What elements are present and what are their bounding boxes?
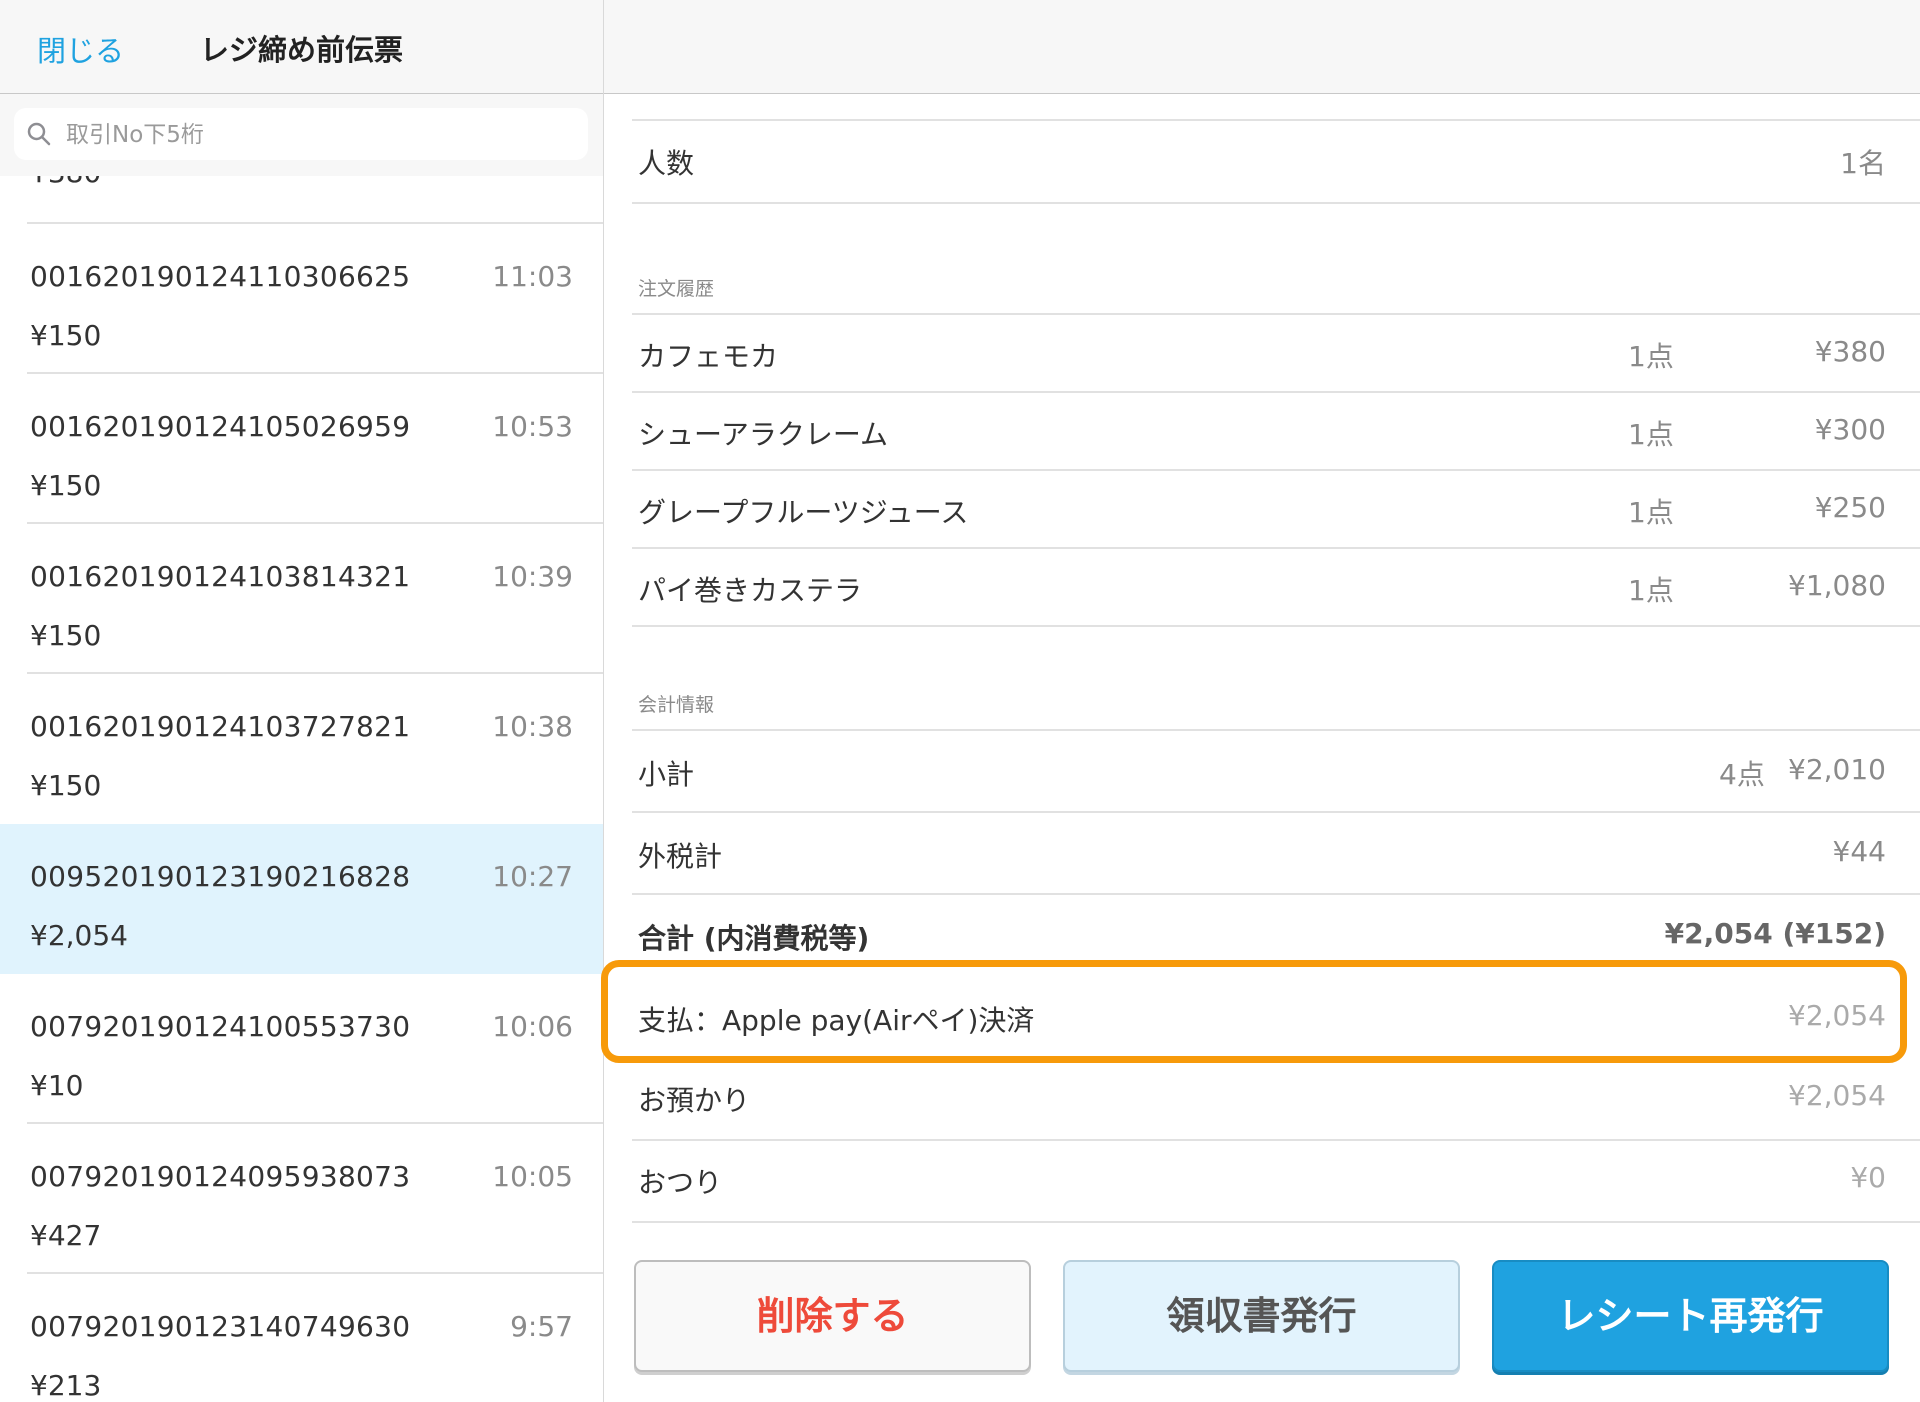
detail-header <box>604 0 1920 94</box>
order-row: パイ巻きカステラ 1点 ¥1,080 <box>632 549 1920 627</box>
total-value: ¥2,054 (¥152) <box>1664 917 1886 950</box>
payment-value: ¥2,054 <box>1788 999 1886 1032</box>
search-icon <box>27 122 51 146</box>
search-input[interactable] <box>64 116 578 154</box>
transaction-id: 009520190123190216828 <box>30 860 411 893</box>
transaction-amount: ¥2,054 <box>30 919 128 952</box>
order-row: シューアラクレーム 1点 ¥300 <box>632 393 1920 471</box>
order-price: ¥1,080 <box>1788 569 1886 602</box>
list-item-selected[interactable]: 009520190123190216828 10:27 ¥2,054 <box>0 824 603 974</box>
transaction-amount: ¥380 <box>30 176 101 189</box>
list-item[interactable]: 001620190124103814321 10:39 ¥150 <box>0 524 603 674</box>
order-row: カフェモカ 1点 ¥380 <box>632 315 1920 393</box>
transaction-id: 001620190124103727821 <box>30 710 411 743</box>
list-header: 閉じる レジ締め前伝票 <box>0 0 603 94</box>
order-qty: 1点 <box>1628 496 1674 529</box>
transaction-detail-pane: 人数 1名 注文履歴 カフェモカ 1点 ¥380 シューアラクレーム 1点 ¥3… <box>604 94 1920 1402</box>
payment-label: 支払：Apple pay(Airペイ)決済 <box>638 1004 1035 1037</box>
change-row: おつり ¥0 <box>632 1141 1920 1223</box>
subtotal-row: 小計 4点 ¥2,010 <box>632 731 1920 813</box>
order-qty: 1点 <box>1628 418 1674 451</box>
order-name: シューアラクレーム <box>638 418 889 451</box>
order-name: カフェモカ <box>638 340 779 373</box>
order-name: グレープフルーツジュース <box>638 496 969 529</box>
transaction-time: 10:27 <box>492 860 573 893</box>
search-box[interactable] <box>14 108 588 160</box>
order-price: ¥380 <box>1814 335 1886 368</box>
external-tax-row: 外税計 ¥44 <box>632 813 1920 895</box>
transaction-amount: ¥150 <box>30 769 102 802</box>
transaction-time: 10:53 <box>492 410 573 443</box>
transaction-time: 9:57 <box>510 1310 573 1343</box>
list-item[interactable]: 001620190124105026959 10:53 ¥150 <box>0 374 603 524</box>
transaction-time: 10:38 <box>492 710 573 743</box>
subtotal-label: 小計 <box>638 758 695 791</box>
order-price: ¥300 <box>1814 413 1886 446</box>
reissue-receipt-button[interactable]: レシート再発行 <box>1492 1260 1889 1372</box>
detail-row-clipped <box>632 94 1920 121</box>
people-label: 人数 <box>638 147 695 180</box>
order-name: パイ巻きカステラ <box>638 574 863 607</box>
transaction-amount: ¥10 <box>30 1069 84 1102</box>
subtotal-qty: 4点 <box>1719 758 1765 791</box>
list-item[interactable]: ¥380 <box>0 176 603 224</box>
transaction-id: 001620190124105026959 <box>30 410 411 443</box>
delete-button[interactable]: 削除する <box>634 1260 1031 1372</box>
external-tax-value: ¥44 <box>1832 835 1886 868</box>
close-button[interactable]: 閉じる <box>37 28 124 70</box>
transaction-amount: ¥427 <box>30 1219 102 1252</box>
deposit-value: ¥2,054 <box>1788 1079 1886 1112</box>
order-qty: 1点 <box>1628 340 1674 373</box>
transaction-time: 11:03 <box>492 260 573 293</box>
change-value: ¥0 <box>1850 1161 1886 1194</box>
list-item[interactable]: 001620190124103727821 10:38 ¥150 <box>0 674 603 824</box>
change-label: おつり <box>638 1166 723 1199</box>
transaction-time: 10:39 <box>492 560 573 593</box>
accounting-heading: 会計情報 <box>638 694 715 716</box>
order-qty: 1点 <box>1628 574 1674 607</box>
list-item[interactable]: 0016201901241103066​25 11:03 ¥150 <box>0 224 603 374</box>
deposit-row: お預かり ¥2,054 <box>632 1059 1920 1141</box>
order-history-heading: 注文履歴 <box>638 278 715 300</box>
list-item[interactable]: 007920190123140749630 9:57 ¥213 <box>0 1274 603 1402</box>
transaction-time: 10:06 <box>492 1010 573 1043</box>
transaction-amount: ¥150 <box>30 319 102 352</box>
total-label: 合計 (内消費税等) <box>638 922 870 955</box>
order-price: ¥250 <box>1814 491 1886 524</box>
people-row: 人数 1名 <box>632 120 1920 204</box>
transaction-amount: ¥150 <box>30 619 102 652</box>
transaction-list: ¥380 0016201901241103066​25 11:03 ¥150 0… <box>0 176 603 1402</box>
transaction-id: 007920190123140749630 <box>30 1310 411 1343</box>
transaction-id: 007920190124095938073 <box>30 1160 411 1193</box>
transaction-id: 007920190124100553730 <box>30 1010 411 1043</box>
order-row: グレープフルーツジュース 1点 ¥250 <box>632 471 1920 549</box>
deposit-label: お預かり <box>638 1084 751 1117</box>
issue-receipt-button[interactable]: 領収書発行 <box>1063 1260 1460 1372</box>
transaction-id: 0016201901241103066​25 <box>30 260 411 293</box>
search-bar <box>0 94 603 176</box>
transaction-id: 001620190124103814321 <box>30 560 411 593</box>
page-title: レジ締め前伝票 <box>200 33 404 67</box>
list-item[interactable]: 007920190124095938073 10:05 ¥427 <box>0 1124 603 1274</box>
transaction-amount: ¥150 <box>30 469 102 502</box>
external-tax-label: 外税計 <box>638 840 723 873</box>
payment-row: 支払：Apple pay(Airペイ)決済 ¥2,054 <box>632 977 1920 1057</box>
transaction-time: 10:05 <box>492 1160 573 1193</box>
list-item[interactable]: 007920190124100553730 10:06 ¥10 <box>0 974 603 1124</box>
people-value: 1名 <box>1840 147 1886 180</box>
transaction-list-pane: 閉じる レジ締め前伝票 ¥380 0016201901241103066​25 … <box>0 0 604 1402</box>
total-row: 合計 (内消費税等) ¥2,054 (¥152) <box>632 895 1920 975</box>
transaction-amount: ¥213 <box>30 1369 102 1402</box>
subtotal-value: ¥2,010 <box>1788 753 1886 786</box>
